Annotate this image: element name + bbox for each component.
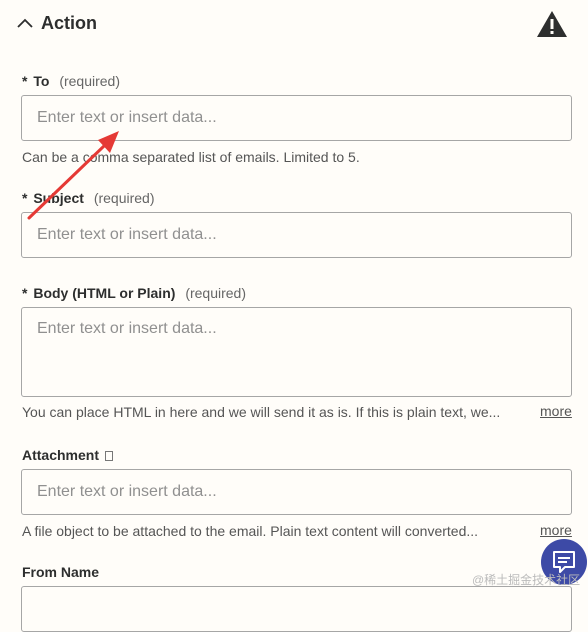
from-name-input[interactable] [21,586,572,632]
warning-triangle-icon [537,11,567,37]
body-textarea[interactable]: Enter text or insert data... [21,307,572,397]
to-label-text: To [33,73,50,89]
attachment-more-link[interactable]: more [540,522,572,538]
attachment-label-text: Attachment [22,447,100,463]
subject-label-text: Subject [33,190,84,206]
to-help-text: Can be a comma separated list of emails.… [22,149,360,165]
subject-label: * Subject (required) [22,190,155,206]
required-marker: * [22,73,28,89]
to-input[interactable]: Enter text or insert data... [21,95,572,141]
attachment-input[interactable]: Enter text or insert data... [21,469,572,515]
attachment-help-text: A file object to be attached to the emai… [22,523,479,539]
chevron-up-icon[interactable] [14,14,36,34]
body-help-text: You can place HTML in here and we will s… [22,404,501,420]
attachment-label: Attachment [22,447,114,463]
body-required-text: (required) [185,285,247,301]
subject-required-text: (required) [93,190,155,206]
watermark: @稀土掘金技术社区 [472,573,581,587]
required-marker: * [22,285,28,301]
to-required-text: (required) [59,73,121,89]
required-marker: * [22,190,28,206]
body-label: * Body (HTML or Plain) (required) [22,285,246,301]
document-icon [105,451,114,461]
section-title: Action [41,13,97,33]
to-label: * To (required) [22,73,120,89]
from-name-label: From Name [22,564,99,580]
subject-input[interactable]: Enter text or insert data... [21,212,572,258]
body-more-link[interactable]: more [540,403,572,419]
body-label-text: Body (HTML or Plain) [33,285,176,301]
from-name-label-text: From Name [22,564,100,580]
action-header: Action [0,0,588,50]
